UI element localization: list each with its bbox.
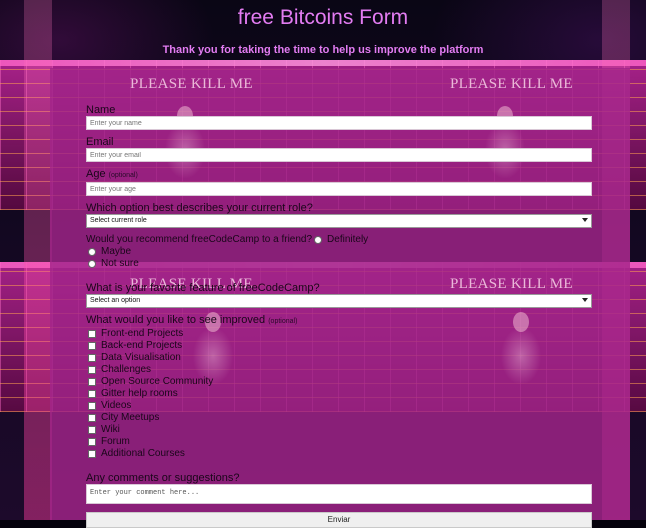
checkbox-wiki[interactable] — [88, 426, 96, 434]
checkbox-option: Gitter help rooms — [86, 388, 592, 400]
page-title: free Bitcoins Form — [237, 6, 409, 29]
checkbox-option: Open Source Community — [86, 376, 592, 388]
checkbox-label: Gitter help rooms — [101, 388, 178, 399]
checkbox-option: Data Visualisation — [86, 352, 592, 364]
favorite-select-value: Select an option — [90, 297, 141, 304]
chevron-down-icon — [582, 218, 588, 222]
name-label: Name — [86, 104, 116, 116]
radio-label-not-sure: Not sure — [101, 258, 139, 269]
checkbox-option: Front-end Projects — [86, 328, 592, 340]
role-select-value: Select current role — [90, 217, 147, 224]
radio-label-definitely: Definitely — [327, 234, 369, 245]
checkbox-label: Data Visualisation — [101, 352, 181, 363]
improve-label: What would you like to see improved (opt… — [86, 314, 592, 328]
left-glow-panel — [24, 0, 52, 520]
checkbox-challenges[interactable] — [88, 366, 96, 374]
checkbox-label: Front-end Projects — [101, 328, 184, 339]
age-optional-note: (optional) — [108, 172, 138, 179]
age-input[interactable] — [86, 182, 592, 196]
checkbox-option: Additional Courses — [86, 448, 592, 460]
checkbox-label: Additional Courses — [101, 448, 185, 459]
checkbox-label: Back-end Projects — [101, 340, 183, 351]
radio-option-not-sure: Not sure — [86, 258, 592, 270]
improve-optional-note: (optional) — [268, 318, 298, 325]
brand-text-tile: PLEASE KILL ME — [450, 76, 573, 92]
improve-label-text: What would you like to see improved — [86, 314, 266, 326]
radio-option-maybe: Maybe — [86, 246, 592, 258]
radio-maybe[interactable] — [88, 248, 96, 256]
checkbox-city-meetups[interactable] — [88, 414, 96, 422]
checkbox-option: Videos — [86, 400, 592, 412]
checkbox-option: City Meetups — [86, 412, 592, 424]
role-label: Which option best describes your current… — [86, 202, 313, 214]
email-label: Email — [86, 136, 114, 148]
checkbox-back-end[interactable] — [88, 342, 96, 350]
favorite-feature-label: What is your favorite feature of freeCod… — [86, 282, 320, 294]
role-select[interactable]: Select current role — [86, 214, 592, 228]
checkbox-forum[interactable] — [88, 438, 96, 446]
checkbox-additional-courses[interactable] — [88, 450, 96, 458]
radio-definitely[interactable] — [314, 236, 323, 244]
comments-textarea[interactable]: Enter your comment here... — [86, 484, 592, 504]
survey-form: Name Email Age (optional) Which option b… — [86, 104, 592, 528]
name-input[interactable] — [86, 116, 592, 130]
checkbox-label: Videos — [101, 400, 132, 411]
checkbox-label: City Meetups — [101, 412, 160, 423]
recommend-question: Would you recommend freeCodeCamp to a fr… — [86, 234, 592, 246]
checkbox-open-source[interactable] — [88, 378, 96, 386]
age-label-text: Age — [86, 168, 106, 180]
recommend-label: Would you recommend freeCodeCamp to a fr… — [86, 234, 313, 245]
radio-not-sure[interactable] — [88, 260, 96, 268]
checkbox-data-visualisation[interactable] — [88, 354, 96, 362]
comments-label: Any comments or suggestions? — [86, 472, 240, 484]
checkbox-label: Open Source Community — [101, 376, 214, 387]
radio-label-maybe: Maybe — [101, 246, 132, 257]
submit-button[interactable]: Enviar — [86, 512, 592, 528]
checkbox-front-end[interactable] — [88, 330, 96, 338]
checkbox-option: Back-end Projects — [86, 340, 592, 352]
checkbox-option: Forum — [86, 436, 592, 448]
checkbox-label: Challenges — [101, 364, 152, 375]
neon-horizon-top — [0, 60, 646, 66]
checkbox-option: Challenges — [86, 364, 592, 376]
checkbox-videos[interactable] — [88, 402, 96, 410]
checkbox-label: Wiki — [101, 424, 120, 435]
checkbox-label: Forum — [101, 436, 130, 447]
page-description: Thank you for taking the time to help us… — [162, 44, 484, 56]
favorite-feature-select[interactable]: Select an option — [86, 294, 592, 308]
chevron-down-icon — [582, 298, 588, 302]
email-input[interactable] — [86, 148, 592, 162]
checkbox-gitter[interactable] — [88, 390, 96, 398]
age-label: Age (optional) — [86, 168, 592, 182]
checkbox-option: Wiki — [86, 424, 592, 436]
brand-text-tile: PLEASE KILL ME — [130, 76, 253, 92]
